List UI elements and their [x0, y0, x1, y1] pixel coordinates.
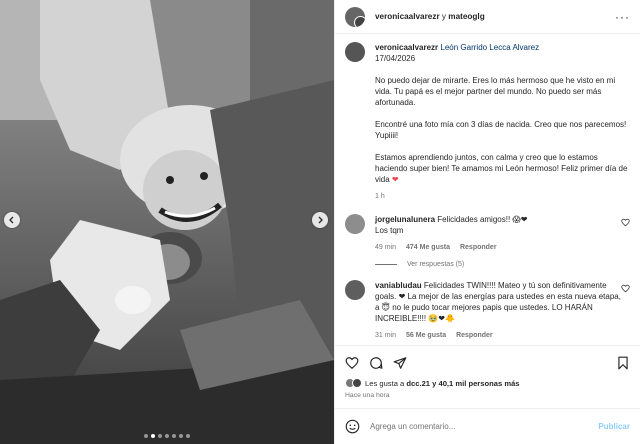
paper-plane-icon: [393, 357, 407, 369]
post-modal: veronicaalvarezr y mateoglg ··· veronica…: [0, 0, 640, 444]
likes-summary[interactable]: Les gusta a dcc.21 y 40,1 mil personas m…: [345, 378, 630, 388]
replies-divider: [375, 264, 397, 265]
comment-username[interactable]: jorgelunalunera: [375, 215, 435, 224]
carousel-dot: [144, 434, 148, 438]
comment-avatar[interactable]: [345, 280, 365, 300]
comment-text: Felicidades amigos!! 😱❤: [437, 215, 528, 224]
likes-prefix: Les gusta a: [365, 378, 407, 388]
share-button[interactable]: [393, 356, 407, 370]
view-replies-button[interactable]: Ver respuestas (5): [375, 261, 630, 268]
hospital-photo: [0, 0, 334, 444]
comment-avatar[interactable]: [345, 214, 365, 234]
comment: jorgelunalunera Felicidades amigos!! 😱❤ …: [345, 214, 630, 253]
carousel-dot: [165, 434, 169, 438]
post-side-panel: veronicaalvarezr y mateoglg ··· veronica…: [334, 0, 640, 444]
reply-button[interactable]: Responder: [456, 330, 493, 341]
carousel-dot: [179, 434, 183, 438]
post-header: veronicaalvarezr y mateoglg ···: [335, 0, 640, 34]
author-username[interactable]: veronicaalvarezr: [375, 12, 440, 21]
caption-mention[interactable]: León Garrido Lecca Alvarez: [440, 43, 539, 52]
like-button[interactable]: [345, 356, 359, 370]
author-joiner: y: [439, 12, 449, 21]
comment-meta: 49 min 474 Me gusta Responder: [375, 242, 623, 253]
collab-username[interactable]: mateoglg: [448, 12, 484, 21]
post-comment-button[interactable]: Publicar: [598, 422, 630, 431]
likes-count[interactable]: y 40,1 mil personas más: [430, 379, 519, 388]
caption-avatar[interactable]: [345, 42, 365, 62]
caption-username[interactable]: veronicaalvarezr: [375, 43, 438, 52]
collab-avatar[interactable]: [345, 6, 365, 27]
caption-paragraph-text: Estamos aprendiendo juntos, con calma y …: [375, 153, 628, 184]
caption-meta: 1 h: [375, 191, 630, 202]
liker-avatar: [352, 378, 362, 388]
chevron-right-icon: [318, 216, 323, 224]
carousel-dot: [151, 434, 155, 438]
comment-input[interactable]: [370, 422, 599, 431]
save-button[interactable]: [616, 356, 630, 370]
caption-paragraph: Encontré una foto mía con 3 días de naci…: [375, 120, 627, 140]
carousel-dot: [186, 434, 190, 438]
comment-likes[interactable]: 474 Me gusta: [406, 242, 450, 253]
next-photo-button[interactable]: [312, 212, 328, 228]
comment-text-line2: Los tqm: [375, 226, 404, 235]
reply-button[interactable]: Responder: [460, 242, 497, 253]
comment-bubble-icon: [370, 357, 383, 369]
more-options-button[interactable]: ···: [615, 10, 630, 24]
post-authors: veronicaalvarezr y mateoglg: [375, 12, 485, 21]
comment-body: jorgelunalunera Felicidades amigos!! 😱❤ …: [375, 214, 623, 253]
comment-time: 49 min: [375, 244, 397, 251]
comment-meta: 31 min 56 Me gusta Responder: [375, 330, 623, 341]
caption-paragraph: No puedo dejar de mirarte. Eres lo más h…: [375, 76, 616, 107]
heart-emoji: ❤: [391, 175, 399, 184]
carousel-dot: [172, 434, 176, 438]
comment: vaniabludau Felicidades TWIN!!!! Mateo y…: [345, 280, 630, 341]
caption-date: 17/04/2026: [375, 54, 416, 63]
caption-paragraph: Estamos aprendiendo juntos, con calma y …: [375, 152, 630, 185]
view-replies-label: Ver respuestas (5): [407, 261, 465, 268]
carousel-indicator: [0, 434, 334, 438]
comment-body: vaniabludau Felicidades TWIN!!!! Mateo y…: [375, 280, 623, 341]
post-actions: Les gusta a dcc.21 y 40,1 mil personas m…: [335, 345, 640, 399]
heart-icon: [345, 357, 359, 370]
previous-photo-button[interactable]: [4, 212, 20, 228]
comment-likes[interactable]: 56 Me gusta: [406, 330, 446, 341]
comment-button[interactable]: [369, 356, 383, 370]
liker-username[interactable]: dcc.21: [406, 379, 430, 388]
emoji-icon[interactable]: [345, 419, 360, 434]
post-photo: [0, 0, 334, 444]
comment-username[interactable]: vaniabludau: [375, 281, 422, 290]
post-time: Hace una hora: [345, 392, 390, 399]
add-comment-bar: Publicar: [335, 408, 640, 444]
caption: veronicaalvarezr León Garrido Lecca Alva…: [345, 42, 630, 202]
heart-outline-icon[interactable]: [621, 218, 630, 227]
likes-text: Les gusta a dcc.21 y 40,1 mil personas m…: [365, 379, 520, 388]
comments-scroll[interactable]: veronicaalvarezr León Garrido Lecca Alva…: [335, 34, 640, 345]
bookmark-icon: [618, 356, 628, 370]
action-icons: [345, 352, 630, 374]
collab-avatar-secondary: [354, 15, 365, 27]
comment-time: 31 min: [375, 332, 397, 339]
caption-body: veronicaalvarezr León Garrido Lecca Alva…: [375, 42, 630, 202]
heart-outline-icon[interactable]: [621, 284, 630, 293]
chevron-left-icon: [9, 216, 14, 224]
caption-time: 1 h: [375, 193, 385, 200]
carousel-dot: [158, 434, 162, 438]
